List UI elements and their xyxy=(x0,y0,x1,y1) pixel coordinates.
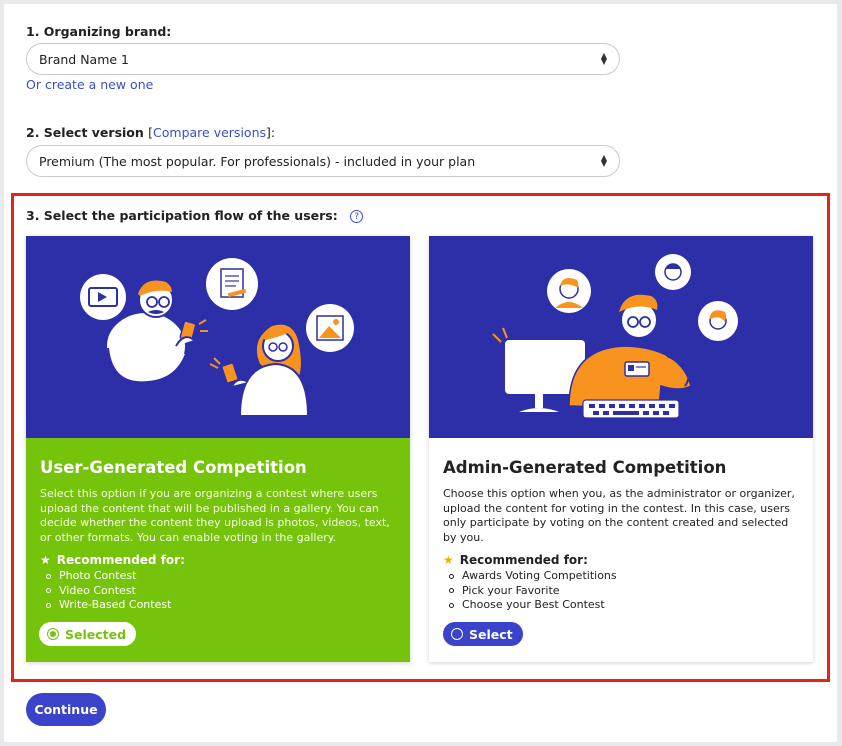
select-button-label: Select xyxy=(469,626,513,642)
continue-button[interactable]: Continue xyxy=(26,693,106,726)
compare-versions-link[interactable]: Compare versions xyxy=(153,125,266,140)
help-icon[interactable]: ? xyxy=(350,210,364,223)
flow-label: 3. Select the participation flow of the … xyxy=(26,208,338,223)
list-item: Pick your Favorite xyxy=(443,584,799,599)
brand-select-value: Brand Name 1 xyxy=(39,51,130,67)
star-icon: ★ xyxy=(443,553,454,567)
compare-bracket-close: ]: xyxy=(266,125,276,140)
card-description: Select this option if you are organizing… xyxy=(40,487,390,544)
admin-generated-illustration xyxy=(429,236,813,438)
brand-label: 1. Organizing brand: xyxy=(26,24,172,39)
card-title: User-Generated Competition xyxy=(40,458,307,477)
version-label: 2. Select version xyxy=(26,125,144,140)
list-item: Video Contest xyxy=(40,584,396,599)
recommended-heading: ★ Recommended for: xyxy=(40,553,396,567)
select-arrows-icon: ▲ ▼ xyxy=(600,51,607,66)
admin-generated-card[interactable]: Admin-Generated Competition Choose this … xyxy=(429,236,813,662)
list-item: Awards Voting Competitions xyxy=(443,569,799,584)
user-generated-card[interactable]: User-Generated Competition Select this o… xyxy=(26,236,410,662)
selected-button[interactable]: Selected xyxy=(39,622,137,646)
star-icon: ★ xyxy=(40,553,51,567)
list-item: Choose your Best Contest xyxy=(443,598,799,613)
create-brand-link[interactable]: Or create a new one xyxy=(26,77,153,92)
recommended-label: Recommended for: xyxy=(56,553,185,567)
user-generated-illustration xyxy=(26,236,410,438)
card-description: Choose this option when you, as the admi… xyxy=(443,487,795,544)
recommended-list: Photo Contest Video Contest Write-Based … xyxy=(40,569,396,613)
list-item: Write-Based Contest xyxy=(40,598,396,613)
radio-checked-icon xyxy=(47,628,59,640)
select-arrows-icon: ▲ ▼ xyxy=(600,153,607,168)
card-title: Admin-Generated Competition xyxy=(443,458,727,477)
version-select-value: Premium (The most popular. For professio… xyxy=(39,153,476,169)
selected-button-label: Selected xyxy=(65,626,127,642)
select-button[interactable]: Select xyxy=(443,622,523,646)
recommended-label: Recommended for: xyxy=(459,553,588,567)
flow-label-row: 3. Select the participation flow of the … xyxy=(26,208,364,223)
version-label-row: 2. Select version [Compare versions]: xyxy=(26,125,275,140)
radio-unchecked-icon xyxy=(451,628,463,640)
recommended-heading: ★ Recommended for: xyxy=(443,553,799,567)
version-select[interactable]: Premium (The most popular. For professio… xyxy=(26,145,620,177)
list-item: Photo Contest xyxy=(40,569,396,584)
recommended-list: Awards Voting Competitions Pick your Fav… xyxy=(443,569,799,613)
brand-select[interactable]: Brand Name 1 ▲ ▼ xyxy=(26,43,620,75)
